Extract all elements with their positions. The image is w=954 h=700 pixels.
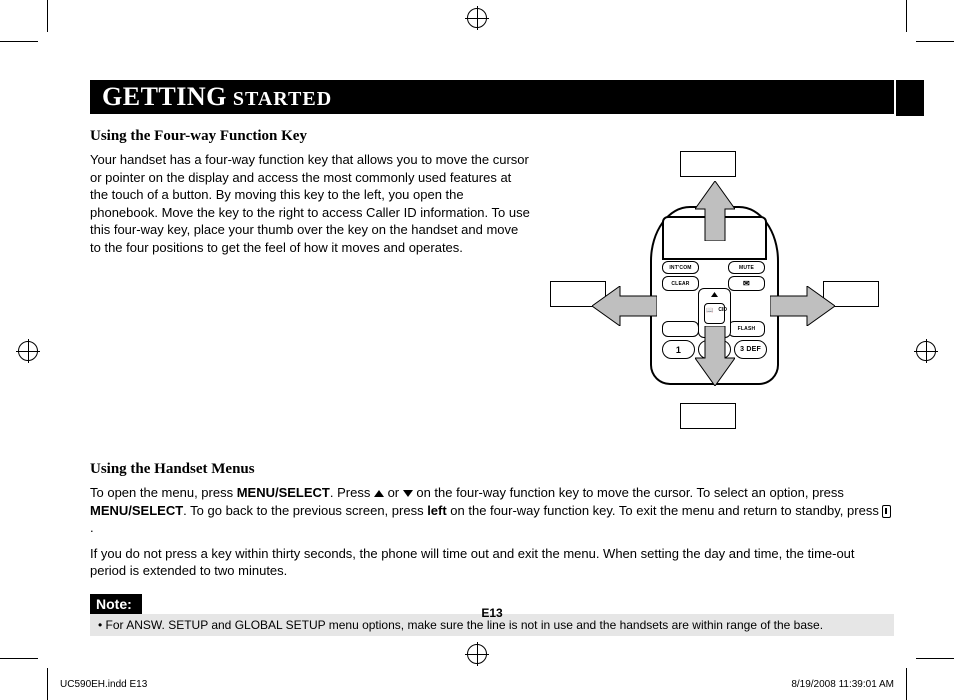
section-2-p2: If you do not press a key within thirty …: [90, 545, 894, 580]
crop-mark: [0, 41, 38, 42]
key-mail: ✉: [728, 276, 765, 291]
print-footer: UC590EH.indd E13 8/19/2008 11:39:01 AM: [60, 679, 894, 690]
menu-select-label: MENU/SELECT: [90, 503, 183, 518]
crop-mark: [0, 658, 38, 659]
menu-select-label: MENU/SELECT: [237, 485, 330, 500]
section-heading-1: Using the Four-way Function Key: [90, 128, 894, 145]
key-mute: MUTE: [728, 261, 765, 274]
section-2-body: To open the menu, press MENU/SELECT. Pre…: [90, 484, 894, 580]
registration-mark-icon: [467, 8, 487, 28]
registration-mark-icon: [467, 644, 487, 664]
arrow-down-icon: [695, 326, 735, 386]
left-word: left: [427, 503, 447, 518]
phone-drawing: INT'COM MUTE CLEAR ✉ FLASH 1 3 DEF 📖 CID: [620, 206, 805, 386]
crop-mark: [916, 41, 954, 42]
page-number: E13: [90, 606, 894, 620]
callout-box-up: [680, 151, 736, 177]
section-tab: [896, 80, 924, 116]
arrow-up-icon: [695, 181, 735, 241]
crop-mark: [47, 668, 48, 700]
title-word-1: GETTING: [102, 82, 227, 111]
callout-box-down: [680, 403, 736, 429]
footer-date: 8/19/2008 11:39:01 AM: [791, 679, 894, 690]
crop-mark: [906, 668, 907, 700]
crop-mark: [47, 0, 48, 32]
cid-label: CID: [718, 307, 727, 313]
key-1: 1: [662, 340, 695, 359]
page-title: GETTING STARTED: [90, 80, 894, 114]
section-heading-2: Using the Handset Menus: [90, 461, 894, 478]
down-triangle-icon: [403, 490, 413, 497]
crop-mark: [916, 658, 954, 659]
arrow-left-icon: [592, 286, 657, 326]
crop-mark: [906, 0, 907, 32]
key-menu-select: [662, 321, 699, 337]
registration-mark-icon: [916, 341, 936, 361]
registration-mark-icon: [18, 341, 38, 361]
footer-file: UC590EH.indd E13: [60, 679, 147, 690]
arrow-right-icon: [770, 286, 835, 326]
key-3: 3 DEF: [734, 340, 767, 359]
section-1-body: Your handset has a four-way function key…: [90, 151, 530, 431]
title-word-2: STARTED: [227, 88, 332, 110]
handset-illustration: INT'COM MUTE CLEAR ✉ FLASH 1 3 DEF 📖 CID: [550, 151, 894, 431]
page-content: GETTING STARTED Using the Four-way Funct…: [90, 80, 894, 640]
key-intcom: INT'COM: [662, 261, 699, 274]
key-clear: CLEAR: [662, 276, 699, 291]
up-triangle-icon: [374, 490, 384, 497]
end-key-icon: [882, 505, 891, 518]
